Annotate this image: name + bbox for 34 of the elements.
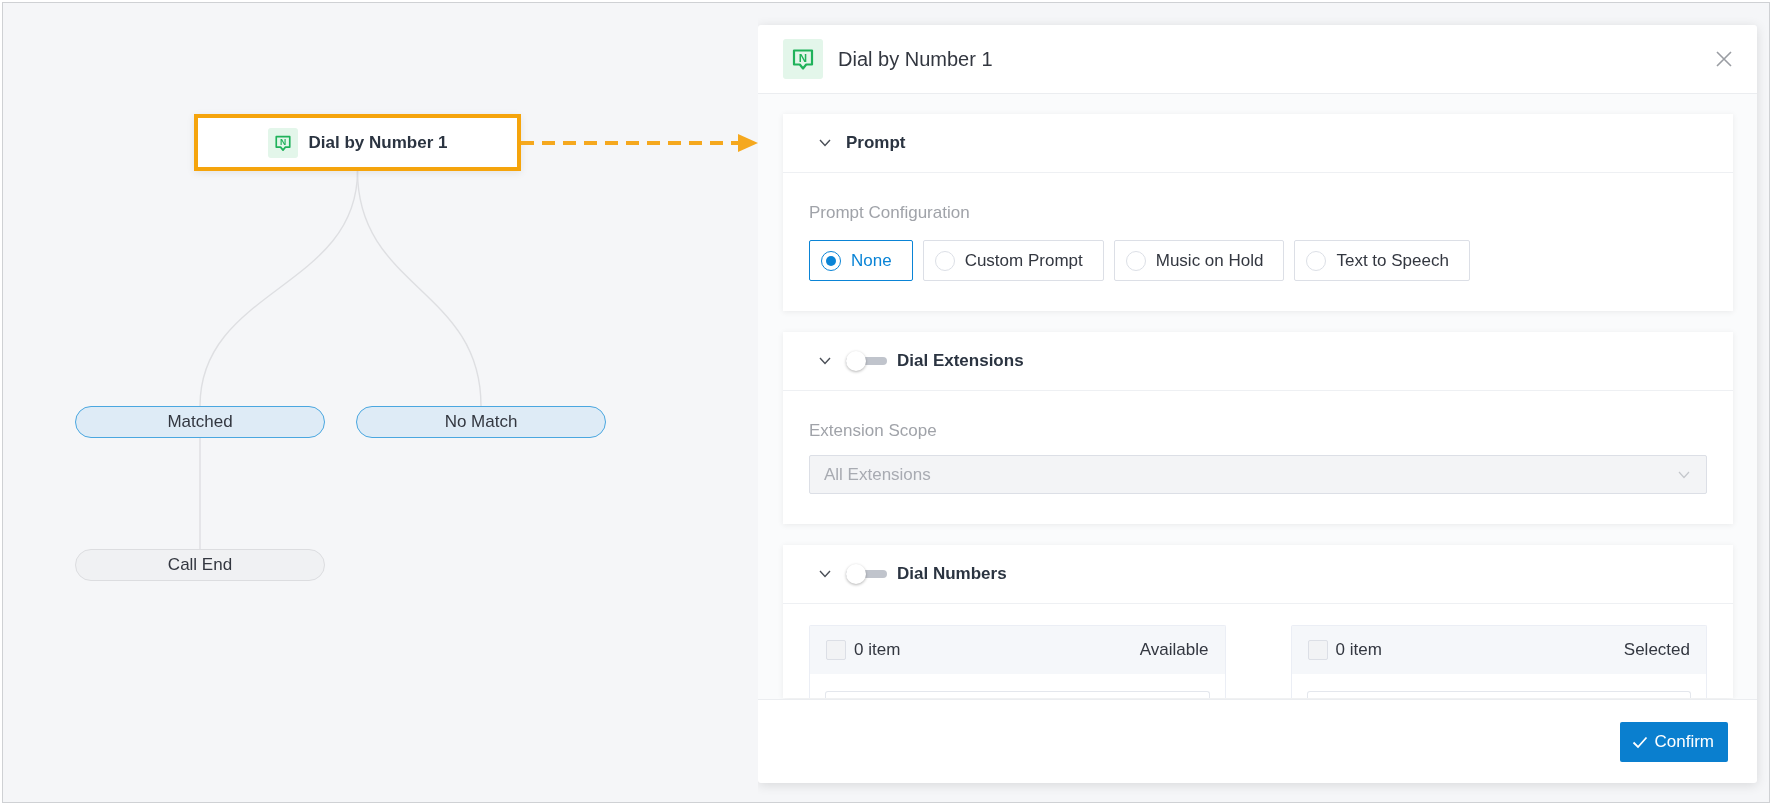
- toggle-switch[interactable]: [846, 564, 887, 584]
- panel-title: Dial by Number 1: [838, 47, 994, 71]
- checkbox[interactable]: [826, 640, 846, 660]
- checkbox[interactable]: [1307, 640, 1328, 660]
- speech-bubble-icon: N: [267, 127, 298, 158]
- radio-option[interactable]: Text to Speech: [1294, 240, 1470, 281]
- close-icon[interactable]: [1716, 51, 1732, 67]
- chevron-down-icon: [1678, 470, 1690, 479]
- speech-bubble-icon: N: [783, 39, 823, 79]
- section-title: Dial Extensions: [897, 351, 1024, 371]
- field-label: Extension Scope: [809, 421, 938, 441]
- radio-icon: [934, 250, 955, 271]
- input-field[interactable]: [1306, 691, 1691, 698]
- flow-node[interactable]: No Match: [356, 406, 606, 438]
- section-title: Prompt: [846, 133, 906, 153]
- radio-option[interactable]: None: [809, 240, 913, 281]
- confirm-button[interactable]: Confirm: [1620, 721, 1728, 762]
- field-label: Prompt Configuration: [809, 203, 971, 223]
- radio-option[interactable]: Custom Prompt: [922, 240, 1104, 281]
- radio-icon: [1306, 250, 1327, 271]
- flow-node[interactable]: N Dial by Number 1: [194, 114, 521, 171]
- radio-option[interactable]: Music on Hold: [1113, 240, 1285, 281]
- radio-icon: [1125, 250, 1146, 271]
- list-title: Available: [1139, 640, 1209, 660]
- item-count: 0 item: [1335, 640, 1382, 660]
- chevron-down-icon[interactable]: [819, 139, 831, 147]
- section-title: Dial Numbers: [897, 564, 1007, 584]
- input-field[interactable]: [825, 691, 1210, 698]
- flow-node[interactable]: Matched: [75, 406, 325, 438]
- list-title: Selected: [1623, 640, 1690, 660]
- item-count: 0 item: [854, 640, 901, 660]
- chevron-down-icon[interactable]: [819, 570, 831, 578]
- radio-icon: [821, 250, 841, 271]
- flow-node[interactable]: Call End: [75, 549, 325, 581]
